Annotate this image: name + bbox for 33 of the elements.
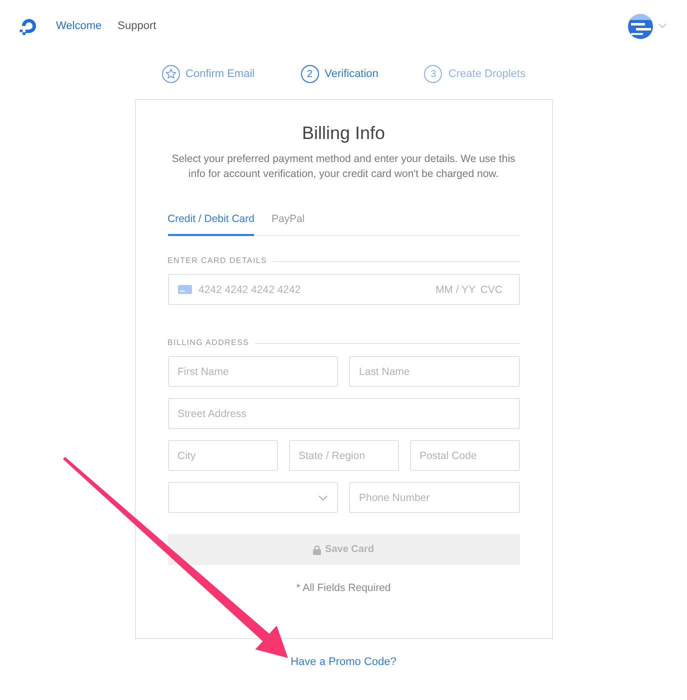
- required-note: * All Fields Required: [295, 581, 392, 595]
- text-field[interactable]: Postal Code: [410, 440, 520, 471]
- dropdown-field[interactable]: [168, 482, 338, 513]
- tab[interactable]: Credit / Debit Card: [168, 203, 254, 236]
- expiry-field[interactable]: MM / YY: [432, 284, 476, 296]
- tab[interactable]: PayPal: [271, 203, 305, 236]
- nav-link[interactable]: Support: [118, 19, 156, 33]
- chevron-down-icon: [658, 23, 667, 29]
- text-field[interactable]: Street Address: [168, 398, 520, 429]
- lock-icon: [313, 544, 322, 554]
- card-details-field[interactable]: 4242 4242 4242 4242 MM / YY CVC: [168, 274, 520, 305]
- step-label: Create Droplets: [448, 68, 526, 80]
- cvc-field[interactable]: CVC: [476, 284, 502, 296]
- step-number: 2: [300, 65, 319, 83]
- step-number: 3: [424, 65, 442, 83]
- text-field[interactable]: Last Name: [349, 356, 520, 387]
- section-heading: BILLING ADDRESS: [168, 338, 250, 348]
- step-label: Verification: [324, 68, 378, 80]
- chevron-down-icon: [318, 494, 328, 500]
- text-field[interactable]: State / Region: [288, 440, 398, 471]
- card-number-field[interactable]: 4242 4242 4242 4242: [198, 284, 432, 296]
- card-description: Select your preferred payment method and enter your details. We use this info for account verification, your credit card won't be charged now.: [170, 152, 516, 182]
- card-title: Billing Info: [300, 122, 386, 144]
- avatar-icon[interactable]: [628, 14, 653, 38]
- text-field[interactable]: First Name: [168, 356, 338, 387]
- section-heading: ENTER CARD DETAILS: [168, 256, 268, 266]
- credit-card-icon: [178, 285, 192, 294]
- promo-code-link[interactable]: Have a Promo Code?: [290, 655, 396, 669]
- text-field[interactable]: City: [168, 440, 278, 471]
- step-label: Confirm Email: [186, 68, 255, 80]
- text-field[interactable]: Phone Number: [349, 482, 520, 513]
- nav-link[interactable]: Welcome: [56, 19, 102, 33]
- logo-icon[interactable]: [19, 16, 39, 36]
